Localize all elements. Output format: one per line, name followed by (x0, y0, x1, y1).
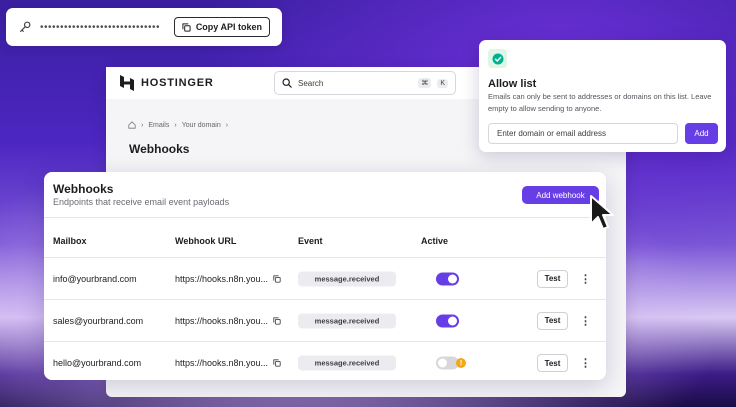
test-button[interactable]: Test (537, 354, 568, 372)
search-input[interactable]: Search ⌘ K (274, 71, 456, 95)
warning-icon: ! (456, 358, 466, 368)
search-placeholder: Search (298, 78, 324, 88)
allow-list-add-button[interactable]: Add (685, 123, 718, 144)
copy-api-token-label: Copy API token (195, 22, 262, 32)
webhooks-subtitle: Endpoints that receive email event paylo… (53, 197, 230, 207)
api-token-card: •••••••••••••••••••••••••••••• Copy API … (6, 8, 282, 46)
api-token-value: •••••••••••••••••••••••••••••• (40, 21, 161, 33)
check-icon (488, 49, 507, 68)
breadcrumb-emails[interactable]: Emails (148, 122, 169, 129)
webhook-url: https://hooks.n8n.you... (175, 316, 281, 326)
webhooks-header: Webhooks Endpoints that receive email ev… (44, 172, 606, 218)
shortcut-k: K (437, 78, 448, 88)
domain-email-input[interactable] (488, 123, 678, 144)
event-badge: message.received (298, 313, 396, 328)
copy-icon[interactable] (273, 359, 281, 367)
more-options-icon[interactable]: ⋮ (580, 314, 591, 327)
table-header: Mailbox Webhook URL Event Active (44, 218, 606, 258)
breadcrumb-separator-icon: › (225, 121, 229, 129)
shortcut-cmd: ⌘ (418, 78, 432, 88)
copy-api-token-button[interactable]: Copy API token (173, 17, 270, 37)
hostinger-logo-icon (120, 75, 134, 91)
search-icon (282, 78, 292, 88)
copy-icon[interactable] (273, 274, 281, 283)
webhooks-title: Webhooks (53, 182, 114, 196)
column-mailbox: Mailbox (53, 236, 87, 246)
webhook-url-value: https://hooks.n8n.you... (175, 315, 269, 326)
table-row: info@yourbrand.com https://hooks.n8n.you… (44, 258, 606, 300)
mailbox-value: hello@yourbrand.com (53, 358, 142, 368)
table-row: hello@yourbrand.com https://hooks.n8n.yo… (44, 342, 606, 384)
more-options-icon[interactable]: ⋮ (580, 357, 591, 370)
copy-icon[interactable] (273, 316, 281, 325)
allow-list-card: Allow list Emails can only be sent to ad… (479, 40, 726, 152)
column-event: Event (298, 236, 323, 246)
webhook-url: https://hooks.n8n.you... (175, 358, 281, 368)
breadcrumb: › Emails › Your domain › (128, 121, 228, 129)
allow-list-title: Allow list (488, 78, 537, 90)
home-icon[interactable] (128, 121, 136, 129)
active-toggle[interactable] (436, 314, 459, 327)
column-webhook-url: Webhook URL (175, 236, 237, 246)
test-button[interactable]: Test (537, 269, 568, 288)
page-title: Webhooks (129, 142, 190, 156)
allow-list-description: Emails can only be sent to addresses or … (488, 92, 712, 113)
active-toggle[interactable] (436, 272, 459, 285)
brand-name: HOSTINGER (141, 77, 214, 89)
more-options-icon[interactable]: ⋮ (580, 272, 591, 285)
event-badge: message.received (298, 271, 396, 286)
breadcrumb-separator-icon: › (141, 121, 144, 129)
test-button[interactable]: Test (537, 311, 568, 330)
mailbox-value: sales@yourbrand.com (53, 315, 144, 326)
webhook-url: https://hooks.n8n.you... (175, 274, 281, 284)
mailbox-value: info@yourbrand.com (53, 273, 137, 284)
column-active: Active (421, 236, 449, 246)
webhook-url-value: https://hooks.n8n.you... (175, 358, 269, 368)
event-badge: message.received (298, 355, 396, 371)
breadcrumb-separator-icon: › (174, 121, 177, 129)
table-row: sales@yourbrand.com https://hooks.n8n.yo… (44, 300, 606, 342)
key-icon (20, 21, 31, 32)
webhook-url-value: https://hooks.n8n.you... (175, 273, 269, 284)
brand-logo[interactable]: HOSTINGER (120, 75, 214, 91)
mouse-cursor-icon (590, 195, 614, 230)
webhooks-card: Webhooks Endpoints that receive email ev… (44, 172, 606, 380)
breadcrumb-your-domain[interactable]: Your domain (182, 122, 221, 129)
copy-icon (182, 22, 191, 32)
